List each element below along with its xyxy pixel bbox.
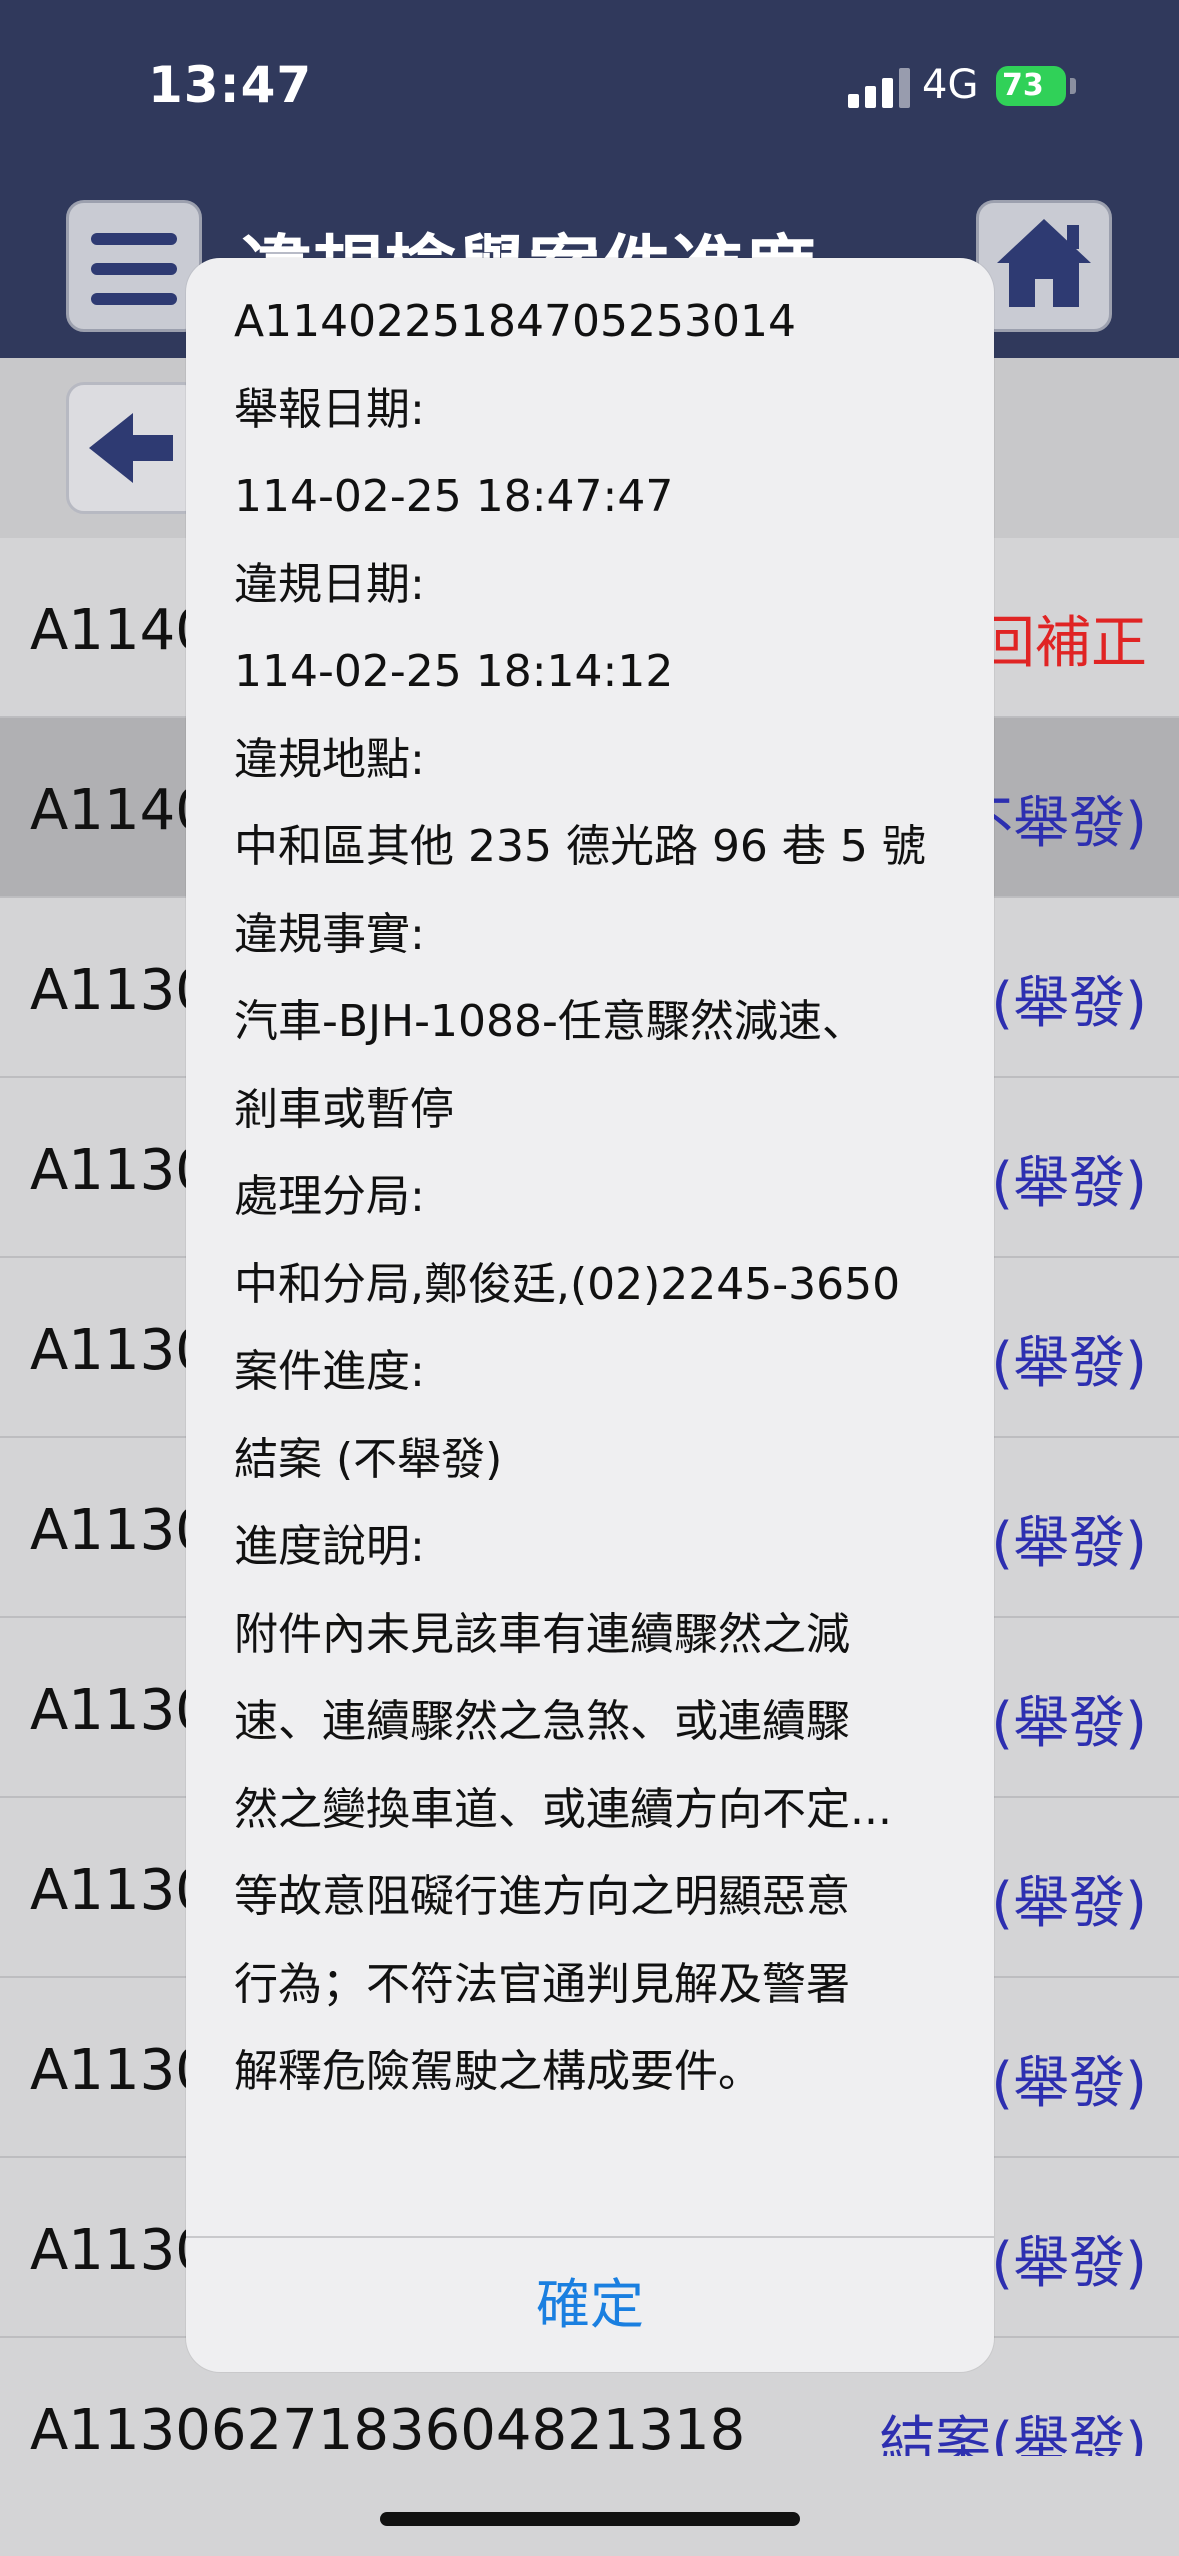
ok-button[interactable]: 確定	[186, 2238, 994, 2372]
case-status: (舉發)	[991, 971, 1147, 1036]
case-status: (舉發)	[991, 2231, 1147, 2296]
battery-icon: 73	[996, 66, 1066, 106]
violation-fact-label: 違規事實:	[234, 908, 425, 960]
progress-note-line: 附件內未見該車有連續驟然之減	[234, 1608, 850, 1660]
report-date-label: 舉報日期:	[234, 383, 425, 435]
bottom-safe-area	[0, 2456, 1179, 2556]
case-status: (舉發)	[991, 1691, 1147, 1756]
battery-cap	[1070, 78, 1076, 94]
report-date-value: 114-02-25 18:47:47	[234, 471, 674, 522]
case-status: (舉發)	[991, 1871, 1147, 1936]
handling-branch-label: 處理分局:	[234, 1171, 425, 1222]
case-id: A1130	[30, 2218, 211, 2283]
violation-fact-line: 剎車或暫停	[234, 1083, 454, 1135]
violation-location-label: 違規地點:	[234, 733, 425, 785]
status-time: 13:47	[148, 56, 313, 114]
network-type: 4G	[922, 62, 979, 108]
case-number: A1140225184705253014	[234, 296, 796, 347]
case-id: A1130	[30, 1138, 211, 1203]
case-id: A1130	[30, 1858, 211, 1923]
case-progress-value: 結案 (不舉發)	[234, 1433, 503, 1485]
case-id: A1130	[30, 2038, 211, 2103]
back-button[interactable]	[66, 382, 202, 514]
case-id: A1130	[30, 958, 211, 1023]
case-id: A1130627183604821318	[30, 2398, 746, 2463]
violation-fact-line: 汽車-BJH-1088-任意驟然減速、	[234, 996, 866, 1047]
case-id: A1140	[30, 778, 211, 843]
violation-location-value: 中和區其他 235 德光路 96 巷 5 號	[234, 821, 926, 872]
home-icon	[997, 219, 1091, 307]
case-id: A1130	[30, 1318, 211, 1383]
progress-note-line: 行為；不符法官通判見解及警署	[234, 1958, 850, 2010]
violation-date-label: 違規日期:	[234, 558, 425, 610]
case-status: (舉發)	[991, 1331, 1147, 1396]
arrow-left-icon	[89, 413, 173, 483]
case-detail-alert: A1140225184705253014 舉報日期: 114-02-25 18:…	[186, 258, 994, 2372]
case-id: A1140	[30, 598, 211, 663]
alert-message: A1140225184705253014 舉報日期: 114-02-25 18:…	[234, 278, 954, 2116]
home-indicator	[380, 2512, 800, 2526]
case-id: A1130	[30, 1498, 211, 1563]
handling-branch-value: 中和分局,鄭俊廷,(02)2245-3650	[234, 1258, 901, 1310]
menu-button[interactable]	[66, 200, 202, 332]
home-button[interactable]	[976, 200, 1112, 332]
progress-note-line: 等故意阻礙行進方向之明顯惡意	[234, 1871, 850, 1922]
progress-note-line: 然之變換車道、或連續方向不定...	[234, 1783, 892, 1835]
progress-note-line: 解釋危險駕駛之構成要件。	[234, 2046, 762, 2097]
progress-note-label: 進度說明:	[234, 1521, 425, 1572]
case-progress-label: 案件進度:	[234, 1346, 425, 1397]
progress-note-line: 速、連續驟然之急煞、或連續驟	[234, 1696, 850, 1747]
cellular-signal-icon	[848, 68, 910, 108]
case-status: (舉發)	[991, 1151, 1147, 1216]
case-id: A1130	[30, 1678, 211, 1743]
battery-level: 73	[1002, 68, 1044, 103]
violation-date-value: 114-02-25 18:14:12	[234, 646, 674, 697]
case-status: (舉發)	[991, 1511, 1147, 1576]
case-status: (舉發)	[991, 2051, 1147, 2116]
